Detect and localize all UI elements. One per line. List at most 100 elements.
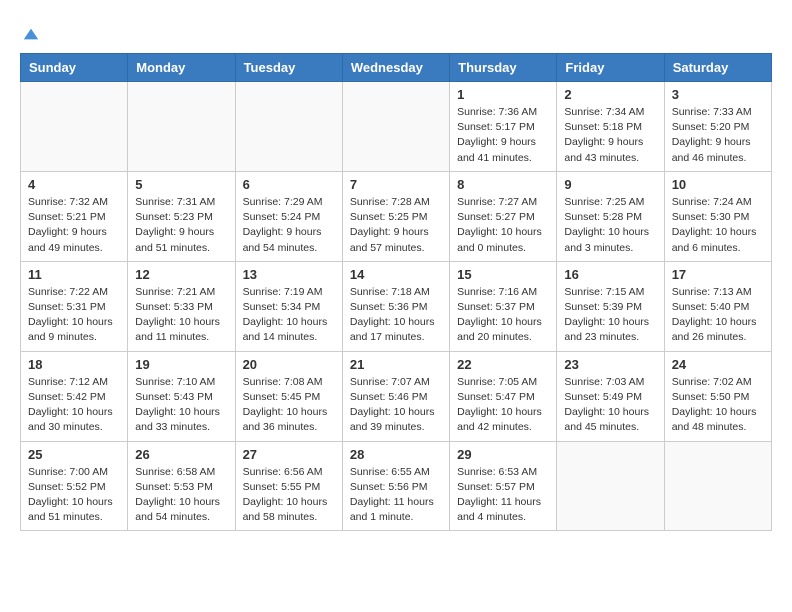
day-info: Sunrise: 7:34 AM Sunset: 5:18 PM Dayligh…	[564, 105, 656, 166]
day-number: 4	[28, 177, 120, 192]
day-number: 26	[135, 447, 227, 462]
calendar-cell: 10 Sunrise: 7:24 AM Sunset: 5:30 PM Dayli…	[664, 171, 771, 261]
day-info: Sunrise: 7:21 AM Sunset: 5:33 PM Dayligh…	[135, 285, 227, 346]
calendar: SundayMondayTuesdayWednesdayThursdayFrid…	[20, 53, 772, 531]
day-number: 1	[457, 87, 549, 102]
day-number: 28	[350, 447, 442, 462]
day-info: Sunrise: 7:28 AM Sunset: 5:25 PM Dayligh…	[350, 195, 442, 256]
calendar-cell: 18 Sunrise: 7:12 AM Sunset: 5:42 PM Dayli…	[21, 351, 128, 441]
week-row-5: 25 Sunrise: 7:00 AM Sunset: 5:52 PM Dayli…	[21, 441, 772, 531]
day-number: 14	[350, 267, 442, 282]
calendar-cell: 7 Sunrise: 7:28 AM Sunset: 5:25 PM Daylig…	[342, 171, 449, 261]
day-number: 27	[243, 447, 335, 462]
day-info: Sunrise: 7:24 AM Sunset: 5:30 PM Dayligh…	[672, 195, 764, 256]
calendar-cell: 25 Sunrise: 7:00 AM Sunset: 5:52 PM Dayli…	[21, 441, 128, 531]
day-info: Sunrise: 6:53 AM Sunset: 5:57 PM Dayligh…	[457, 465, 549, 526]
day-header-saturday: Saturday	[664, 54, 771, 82]
day-info: Sunrise: 7:12 AM Sunset: 5:42 PM Dayligh…	[28, 375, 120, 436]
day-header-wednesday: Wednesday	[342, 54, 449, 82]
calendar-cell: 23 Sunrise: 7:03 AM Sunset: 5:49 PM Dayli…	[557, 351, 664, 441]
calendar-cell: 15Sunrise: 7:16 AM Sunset: 5:37 PM Dayli…	[450, 261, 557, 351]
day-info: Sunrise: 7:08 AM Sunset: 5:45 PM Dayligh…	[243, 375, 335, 436]
calendar-cell: 12 Sunrise: 7:21 AM Sunset: 5:33 PM Dayli…	[128, 261, 235, 351]
day-header-sunday: Sunday	[21, 54, 128, 82]
day-number: 19	[135, 357, 227, 372]
day-number: 21	[350, 357, 442, 372]
calendar-cell: 19 Sunrise: 7:10 AM Sunset: 5:43 PM Dayli…	[128, 351, 235, 441]
day-header-thursday: Thursday	[450, 54, 557, 82]
day-number: 23	[564, 357, 656, 372]
day-number: 15	[457, 267, 549, 282]
day-number: 8	[457, 177, 549, 192]
day-number: 25	[28, 447, 120, 462]
calendar-cell: 29 Sunrise: 6:53 AM Sunset: 5:57 PM Dayli…	[450, 441, 557, 531]
day-info: Sunrise: 7:02 AM Sunset: 5:50 PM Dayligh…	[672, 375, 764, 436]
day-info: Sunrise: 7:15 AM Sunset: 5:39 PM Dayligh…	[564, 285, 656, 346]
calendar-cell: 1Sunrise: 7:36 AM Sunset: 5:17 PM Daylig…	[450, 82, 557, 172]
day-info: Sunrise: 7:29 AM Sunset: 5:24 PM Dayligh…	[243, 195, 335, 256]
calendar-cell	[342, 82, 449, 172]
calendar-cell: 28Sunrise: 6:55 AM Sunset: 5:56 PM Dayli…	[342, 441, 449, 531]
day-number: 13	[243, 267, 335, 282]
day-number: 10	[672, 177, 764, 192]
calendar-cell: 22 Sunrise: 7:05 AM Sunset: 5:47 PM Dayli…	[450, 351, 557, 441]
calendar-cell: 26 Sunrise: 6:58 AM Sunset: 5:53 PM Dayli…	[128, 441, 235, 531]
day-number: 5	[135, 177, 227, 192]
week-row-3: 11Sunrise: 7:22 AM Sunset: 5:31 PM Dayli…	[21, 261, 772, 351]
page-header	[20, 20, 772, 43]
day-info: Sunrise: 7:03 AM Sunset: 5:49 PM Dayligh…	[564, 375, 656, 436]
day-info: Sunrise: 7:13 AM Sunset: 5:40 PM Dayligh…	[672, 285, 764, 346]
day-number: 6	[243, 177, 335, 192]
calendar-cell: 3Sunrise: 7:33 AM Sunset: 5:20 PM Daylig…	[664, 82, 771, 172]
day-number: 20	[243, 357, 335, 372]
calendar-cell: 8Sunrise: 7:27 AM Sunset: 5:27 PM Daylig…	[450, 171, 557, 261]
calendar-cell: 2 Sunrise: 7:34 AM Sunset: 5:18 PM Daylig…	[557, 82, 664, 172]
day-number: 2	[564, 87, 656, 102]
day-info: Sunrise: 7:18 AM Sunset: 5:36 PM Dayligh…	[350, 285, 442, 346]
day-info: Sunrise: 7:05 AM Sunset: 5:47 PM Dayligh…	[457, 375, 549, 436]
logo	[20, 25, 40, 43]
day-number: 12	[135, 267, 227, 282]
calendar-cell: 14 Sunrise: 7:18 AM Sunset: 5:36 PM Dayli…	[342, 261, 449, 351]
calendar-cell: 20 Sunrise: 7:08 AM Sunset: 5:45 PM Dayli…	[235, 351, 342, 441]
week-row-1: 1Sunrise: 7:36 AM Sunset: 5:17 PM Daylig…	[21, 82, 772, 172]
calendar-cell: 16 Sunrise: 7:15 AM Sunset: 5:39 PM Dayli…	[557, 261, 664, 351]
day-info: Sunrise: 7:33 AM Sunset: 5:20 PM Dayligh…	[672, 105, 764, 166]
day-info: Sunrise: 7:19 AM Sunset: 5:34 PM Dayligh…	[243, 285, 335, 346]
calendar-cell	[128, 82, 235, 172]
day-number: 18	[28, 357, 120, 372]
week-row-2: 4 Sunrise: 7:32 AM Sunset: 5:21 PM Daylig…	[21, 171, 772, 261]
calendar-cell	[557, 441, 664, 531]
day-header-friday: Friday	[557, 54, 664, 82]
day-info: Sunrise: 7:25 AM Sunset: 5:28 PM Dayligh…	[564, 195, 656, 256]
calendar-cell: 21Sunrise: 7:07 AM Sunset: 5:46 PM Dayli…	[342, 351, 449, 441]
day-number: 29	[457, 447, 549, 462]
calendar-cell: 13 Sunrise: 7:19 AM Sunset: 5:34 PM Dayli…	[235, 261, 342, 351]
logo-icon	[22, 25, 40, 43]
day-number: 24	[672, 357, 764, 372]
day-number: 16	[564, 267, 656, 282]
day-info: Sunrise: 7:22 AM Sunset: 5:31 PM Dayligh…	[28, 285, 120, 346]
week-row-4: 18 Sunrise: 7:12 AM Sunset: 5:42 PM Dayli…	[21, 351, 772, 441]
calendar-cell: 6 Sunrise: 7:29 AM Sunset: 5:24 PM Daylig…	[235, 171, 342, 261]
day-info: Sunrise: 7:32 AM Sunset: 5:21 PM Dayligh…	[28, 195, 120, 256]
day-number: 17	[672, 267, 764, 282]
calendar-cell: 5 Sunrise: 7:31 AM Sunset: 5:23 PM Daylig…	[128, 171, 235, 261]
calendar-cell	[21, 82, 128, 172]
calendar-cell: 11Sunrise: 7:22 AM Sunset: 5:31 PM Dayli…	[21, 261, 128, 351]
day-info: Sunrise: 6:58 AM Sunset: 5:53 PM Dayligh…	[135, 465, 227, 526]
day-info: Sunrise: 7:00 AM Sunset: 5:52 PM Dayligh…	[28, 465, 120, 526]
day-number: 22	[457, 357, 549, 372]
day-info: Sunrise: 6:56 AM Sunset: 5:55 PM Dayligh…	[243, 465, 335, 526]
calendar-cell: 4 Sunrise: 7:32 AM Sunset: 5:21 PM Daylig…	[21, 171, 128, 261]
day-header-monday: Monday	[128, 54, 235, 82]
calendar-cell: 17 Sunrise: 7:13 AM Sunset: 5:40 PM Dayli…	[664, 261, 771, 351]
day-info: Sunrise: 7:31 AM Sunset: 5:23 PM Dayligh…	[135, 195, 227, 256]
calendar-cell	[235, 82, 342, 172]
day-info: Sunrise: 7:10 AM Sunset: 5:43 PM Dayligh…	[135, 375, 227, 436]
day-number: 7	[350, 177, 442, 192]
days-header-row: SundayMondayTuesdayWednesdayThursdayFrid…	[21, 54, 772, 82]
calendar-cell	[664, 441, 771, 531]
day-number: 9	[564, 177, 656, 192]
calendar-cell: 9 Sunrise: 7:25 AM Sunset: 5:28 PM Daylig…	[557, 171, 664, 261]
